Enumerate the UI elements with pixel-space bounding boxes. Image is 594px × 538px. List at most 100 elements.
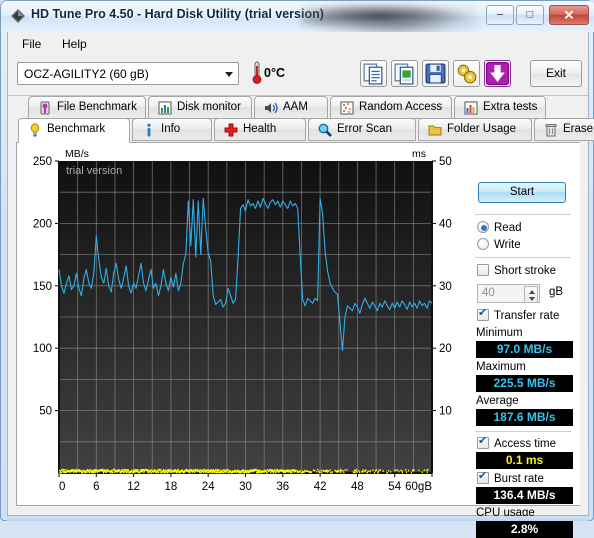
drive-select-value: OCZ-AGILITY2 (60 gB) — [24, 67, 149, 81]
radio-read-icon — [477, 221, 489, 233]
checkbox-access-time-label: Access time — [494, 438, 556, 450]
tab-label: Benchmark — [47, 123, 106, 135]
menu-help-label: Help — [62, 37, 87, 51]
client-area: File Help OCZ-AGILITY2 (60 gB) 0°C Exit … — [7, 32, 594, 538]
menu-help[interactable]: Help — [56, 35, 93, 53]
close-icon: ✕ — [563, 7, 575, 23]
spinner-arrows-icon — [529, 290, 535, 301]
chevron-down-icon — [225, 72, 233, 77]
svg-text:60gB: 60gB — [405, 481, 432, 493]
drive-select-dropdown[interactable]: OCZ-AGILITY2 (60 gB) — [17, 62, 239, 85]
download-arrow-icon — [485, 61, 510, 86]
copy-image-button[interactable] — [391, 60, 418, 87]
menu-file-label: File — [22, 37, 42, 51]
menu-bar: File Help — [8, 32, 588, 54]
tab-file-benchmark[interactable]: File Benchmark — [28, 96, 146, 119]
svg-text:6: 6 — [93, 481, 99, 493]
svg-text:30: 30 — [439, 281, 452, 293]
checkbox-short-stroke-label: Short stroke — [494, 265, 556, 277]
temperature-readout: 0°C — [264, 66, 285, 80]
checkbox-access-time[interactable]: Access time — [477, 435, 556, 450]
tab-folder-usage[interactable]: Folder Usage — [418, 118, 532, 141]
app-diamond-icon — [11, 9, 25, 23]
tab-strip-upper: File Benchmark Disk monitor AAM Random Acce… — [8, 96, 588, 120]
checkbox-short-stroke[interactable]: Short stroke — [477, 264, 556, 277]
tab-benchmark[interactable]: Benchmark — [18, 118, 130, 143]
short-stroke-size-value: 40 — [482, 287, 495, 299]
checkbox-burst-rate[interactable]: Burst rate — [477, 470, 544, 485]
svg-text:42: 42 — [314, 481, 327, 493]
tab-health[interactable]: Health — [214, 118, 306, 141]
erase-trash-icon — [545, 124, 557, 137]
error-scan-icon — [318, 123, 332, 137]
tab-error-scan[interactable]: Error Scan — [308, 118, 416, 141]
svg-text:trial version: trial version — [66, 165, 122, 177]
svg-text:50: 50 — [39, 406, 52, 418]
start-button[interactable]: Start — [478, 182, 566, 203]
radio-read[interactable]: Read — [477, 221, 522, 234]
exit-button[interactable]: Exit — [530, 60, 582, 87]
checkbox-transfer-rate[interactable]: Transfer rate — [477, 307, 560, 322]
average-label: Average — [476, 395, 519, 407]
checkbox-burst-rate-label: Burst rate — [494, 473, 544, 485]
checkbox-transfer-rate-label: Transfer rate — [494, 310, 560, 322]
gear-icon — [457, 64, 477, 84]
tab-label: Extra tests — [483, 101, 538, 113]
toolbar: OCZ-AGILITY2 (60 gB) 0°C Exit — [8, 54, 588, 96]
divider — [475, 214, 571, 215]
svg-text:12: 12 — [127, 481, 140, 493]
tab-label: Health — [243, 123, 277, 135]
svg-text:24: 24 — [202, 481, 215, 493]
radio-write-label: Write — [494, 239, 521, 251]
svg-text:100: 100 — [33, 343, 52, 355]
minimize-icon: – — [496, 8, 504, 21]
svg-text:48: 48 — [351, 481, 364, 493]
tab-label: Random Access — [359, 101, 443, 113]
copy-image-icon — [394, 63, 414, 85]
divider — [475, 257, 571, 258]
close-button[interactable]: ✕ — [549, 5, 589, 25]
radio-write[interactable]: Write — [477, 238, 521, 251]
window-title: HD Tune Pro 4.50 - Hard Disk Utility (tr… — [31, 7, 324, 21]
tab-erase[interactable]: Erase — [534, 118, 594, 141]
tab-strip-lower: Benchmark Info Health Error Scan Folder Usag… — [8, 118, 594, 143]
thermometer-icon — [252, 61, 262, 84]
svg-text:18: 18 — [165, 481, 178, 493]
svg-text:150: 150 — [33, 281, 52, 293]
svg-text:MB/s: MB/s — [65, 148, 89, 160]
checkbox-short-stroke-icon — [477, 264, 489, 276]
tab-info[interactable]: Info — [132, 118, 212, 141]
tab-aam[interactable]: AAM — [254, 96, 328, 119]
application-window: HD Tune Pro 4.50 - Hard Disk Utility (tr… — [0, 0, 594, 538]
tab-disk-monitor[interactable]: Disk monitor — [148, 96, 252, 119]
minimum-value: 97.0 MB/s — [476, 341, 573, 358]
info-icon — [147, 123, 151, 137]
disk-monitor-icon — [158, 101, 172, 115]
tab-random-access[interactable]: Random Access — [330, 96, 452, 119]
spinner-buttons[interactable] — [524, 286, 538, 303]
tab-label: Error Scan — [337, 123, 392, 135]
short-stroke-unit-label: gB — [549, 286, 564, 298]
tab-label: Info — [161, 123, 181, 135]
short-stroke-size-input[interactable]: 40 — [477, 284, 540, 303]
settings-button[interactable] — [453, 60, 480, 87]
checkbox-transfer-rate-icon — [477, 307, 489, 321]
save-button[interactable] — [422, 60, 449, 87]
maximize-button[interactable]: □ — [516, 5, 544, 25]
svg-text:20: 20 — [439, 343, 452, 355]
svg-text:200: 200 — [33, 218, 52, 230]
copy-text-button[interactable] — [360, 60, 387, 87]
svg-text:ms: ms — [412, 148, 426, 160]
svg-text:0: 0 — [59, 481, 65, 493]
folder-usage-icon — [428, 125, 442, 136]
divider — [475, 431, 571, 432]
minimize-button[interactable]: – — [486, 5, 514, 25]
maximum-value: 225.5 MB/s — [476, 375, 573, 392]
burst-rate-value: 136.4 MB/s — [476, 487, 573, 504]
download-button[interactable] — [484, 60, 511, 87]
checkbox-burst-rate-icon — [477, 470, 489, 484]
tab-extra-tests[interactable]: Extra tests — [454, 96, 546, 119]
svg-text:40: 40 — [439, 218, 452, 230]
svg-text:36: 36 — [276, 481, 289, 493]
menu-file[interactable]: File — [16, 35, 47, 53]
